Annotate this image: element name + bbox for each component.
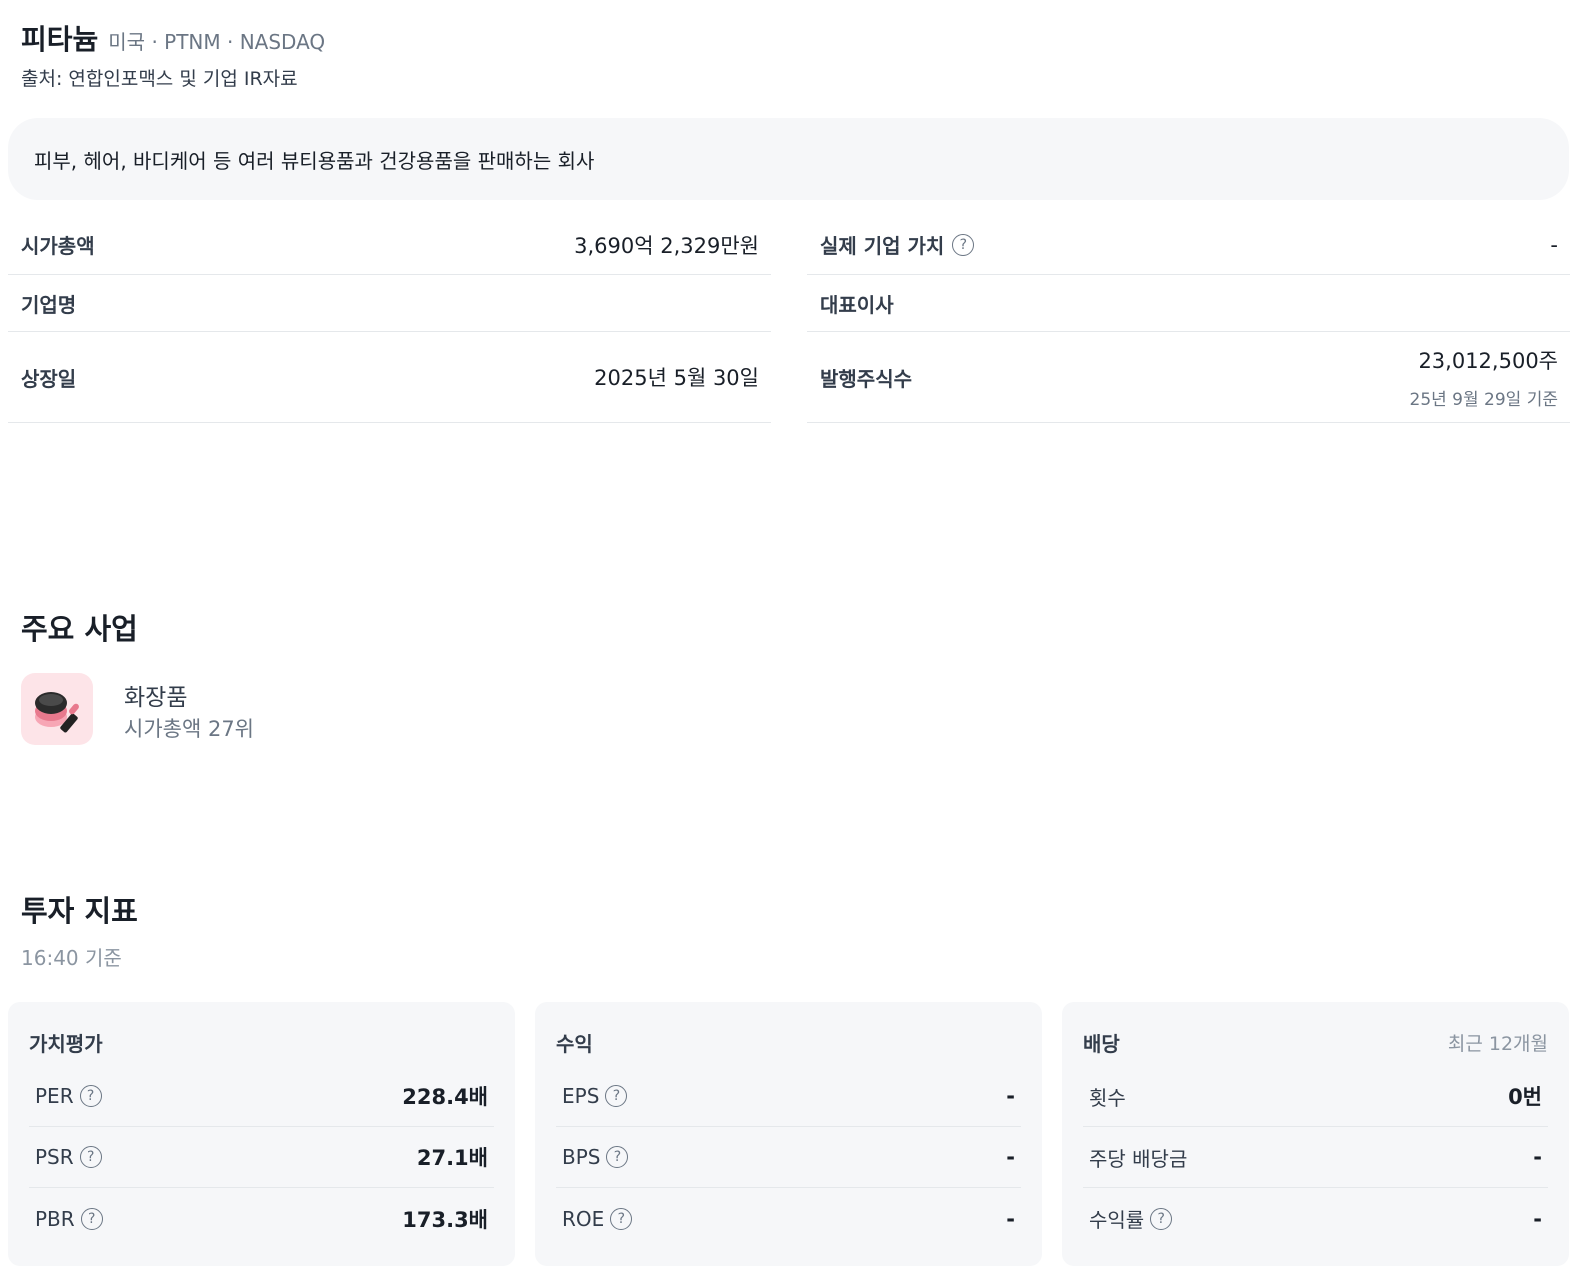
pbr-label-group: PBR ? bbox=[35, 1207, 103, 1231]
bps-label: BPS bbox=[562, 1145, 601, 1169]
company-description: 피부, 헤어, 바디케어 등 여러 뷰티용품과 건강용품을 판매하는 회사 bbox=[8, 118, 1569, 200]
roe-label-group: ROE ? bbox=[562, 1206, 633, 1231]
metric-row-dividend-per-share: 주당 배당금 - bbox=[1083, 1127, 1548, 1188]
company-meta: 미국 · PTNM · NASDAQ bbox=[108, 30, 326, 54]
roe-label: ROE bbox=[562, 1206, 605, 1231]
per-value: 228.4배 bbox=[402, 1085, 488, 1109]
metric-row-dividend-yield: 수익률 ? - bbox=[1083, 1188, 1548, 1249]
help-icon[interactable]: ? bbox=[79, 1146, 102, 1168]
psr-label: PSR bbox=[35, 1145, 74, 1169]
metric-row-dividend-count: 횟수 0번 bbox=[1083, 1066, 1548, 1127]
stock-info-page: 피타늄 미국 · PTNM · NASDAQ 출처: 연합인포맥스 및 기업 I… bbox=[0, 0, 1588, 1274]
shares-value-group: 23,012,500주 25년 9월 29일 기준 bbox=[1410, 345, 1559, 410]
bps-value: - bbox=[1006, 1145, 1015, 1169]
dividend-yield-value: - bbox=[1533, 1206, 1542, 1231]
ceo-label: 대표이사 bbox=[820, 292, 894, 317]
help-icon[interactable]: ? bbox=[952, 233, 975, 256]
dividend-per-share-value: - bbox=[1533, 1145, 1542, 1169]
business-name[interactable]: 화장품 bbox=[124, 678, 187, 712]
enterprise-value-label: 실제 기업 가치 bbox=[820, 234, 945, 258]
info-row-shares: 발행주식수 23,012,500주 25년 9월 29일 기준 bbox=[807, 332, 1570, 423]
help-icon[interactable]: ? bbox=[606, 1146, 629, 1168]
valuation-card-header: 가치평가 bbox=[29, 1024, 494, 1060]
psr-value: 27.1배 bbox=[416, 1146, 488, 1170]
info-row-listing-date: 상장일 2025년 5월 30일 bbox=[8, 332, 771, 423]
help-icon[interactable]: ? bbox=[79, 1085, 102, 1107]
data-source: 출처: 연합인포맥스 및 기업 IR자료 bbox=[21, 68, 298, 90]
shares-value: 23,012,500주 bbox=[1418, 348, 1558, 373]
valuation-title: 가치평가 bbox=[29, 1031, 103, 1056]
cosmetics-icon[interactable] bbox=[21, 673, 93, 745]
info-column-right: 실제 기업 가치 ? - 대표이사 발행주식수 23,012,500주 25년 … bbox=[807, 215, 1570, 423]
dividend-card: 배당 최근 12개월 횟수 0번 주당 배당금 - 수익률 ? - bbox=[1062, 1002, 1569, 1266]
info-column-left: 시가총액 3,690억 2,329만원 기업명 상장일 2025년 5월 30일 bbox=[8, 215, 771, 423]
shares-label: 발행주식수 bbox=[820, 366, 912, 391]
info-row-enterprise-value: 실제 기업 가치 ? - bbox=[807, 215, 1570, 275]
info-row-ceo: 대표이사 bbox=[807, 275, 1570, 332]
eps-label-group: EPS ? bbox=[562, 1084, 628, 1108]
enterprise-value-value: - bbox=[1550, 232, 1558, 257]
pbr-value: 173.3배 bbox=[402, 1207, 488, 1232]
metric-row-pbr: PBR ? 173.3배 bbox=[29, 1188, 494, 1249]
description-text: 피부, 헤어, 바디케어 등 여러 뷰티용품과 건강용품을 판매하는 회사 bbox=[34, 148, 595, 173]
dividend-title: 배당 bbox=[1083, 1031, 1120, 1056]
help-icon[interactable]: ? bbox=[80, 1207, 103, 1230]
shares-note: 25년 9월 29일 기준 bbox=[1409, 389, 1559, 410]
earnings-card: 수익 EPS ? - BPS ? - ROE ? - bbox=[535, 1002, 1042, 1266]
metric-row-bps: BPS ? - bbox=[556, 1127, 1021, 1188]
market-cap-label: 시가총액 bbox=[21, 234, 95, 258]
metric-row-eps: EPS ? - bbox=[556, 1066, 1021, 1127]
metric-row-per: PER ? 228.4배 bbox=[29, 1066, 494, 1127]
dividend-yield-label-group: 수익률 ? bbox=[1089, 1204, 1173, 1233]
metric-row-psr: PSR ? 27.1배 bbox=[29, 1127, 494, 1188]
market-cap-value: 3,690억 2,329만원 bbox=[574, 233, 759, 258]
dividend-per-share-label: 주당 배당금 bbox=[1089, 1146, 1188, 1171]
help-icon[interactable]: ? bbox=[605, 1085, 628, 1107]
dividend-count-value: 0번 bbox=[1508, 1085, 1542, 1109]
roe-value: - bbox=[1006, 1206, 1015, 1231]
metric-row-roe: ROE ? - bbox=[556, 1188, 1021, 1249]
valuation-card: 가치평가 PER ? 228.4배 PSR ? 27.1배 PBR ? 173.… bbox=[8, 1002, 515, 1266]
help-icon[interactable]: ? bbox=[610, 1207, 633, 1230]
listing-date-label: 상장일 bbox=[21, 366, 77, 391]
company-name: 피타늄 bbox=[21, 23, 99, 56]
eps-label: EPS bbox=[562, 1084, 600, 1108]
enterprise-value-label-group: 실제 기업 가치 ? bbox=[820, 230, 975, 259]
company-label: 기업명 bbox=[21, 292, 77, 317]
earnings-card-header: 수익 bbox=[556, 1024, 1021, 1060]
business-section-title: 주요 사업 bbox=[21, 612, 138, 646]
dividend-count-label: 횟수 bbox=[1089, 1085, 1126, 1110]
eps-value: - bbox=[1006, 1084, 1015, 1108]
pbr-label: PBR bbox=[35, 1206, 75, 1231]
bps-label-group: BPS ? bbox=[562, 1145, 629, 1169]
info-row-company: 기업명 bbox=[8, 275, 771, 332]
title-row: 피타늄 미국 · PTNM · NASDAQ bbox=[21, 18, 325, 58]
earnings-title: 수익 bbox=[556, 1031, 593, 1056]
listing-date-value: 2025년 5월 30일 bbox=[594, 366, 759, 390]
dividend-period-note: 최근 12개월 bbox=[1447, 1032, 1548, 1055]
dividend-yield-label: 수익률 bbox=[1089, 1208, 1145, 1232]
business-rank: 시가총액 27위 bbox=[124, 717, 254, 741]
indicators-section-title: 투자 지표 bbox=[21, 894, 138, 928]
info-row-market-cap: 시가총액 3,690억 2,329만원 bbox=[8, 215, 771, 275]
per-label: PER bbox=[35, 1084, 74, 1108]
per-label-group: PER ? bbox=[35, 1084, 102, 1108]
psr-label-group: PSR ? bbox=[35, 1145, 102, 1169]
indicators-timestamp: 16:40 기준 bbox=[21, 946, 122, 970]
dividend-card-header: 배당 최근 12개월 bbox=[1083, 1024, 1548, 1060]
help-icon[interactable]: ? bbox=[1150, 1207, 1173, 1230]
